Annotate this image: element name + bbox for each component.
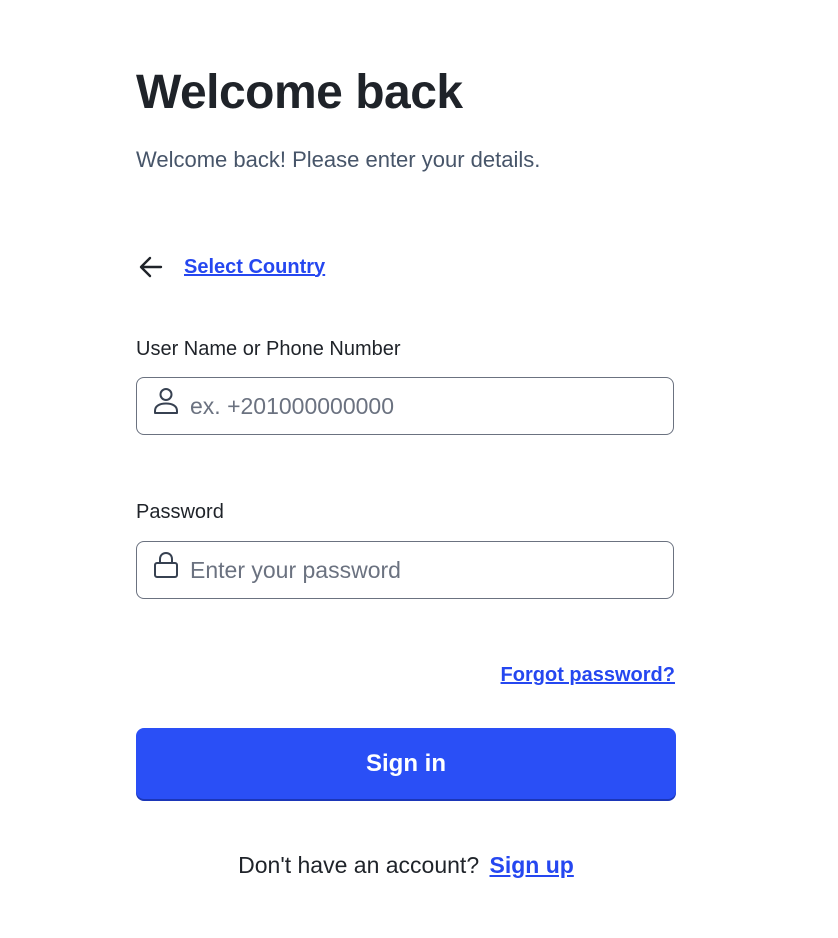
select-country-row: Select Country (136, 252, 325, 282)
password-label: Password (136, 501, 224, 523)
password-input[interactable] (190, 556, 650, 584)
select-country-link[interactable]: Select Country (184, 256, 325, 279)
username-input[interactable] (190, 392, 650, 420)
page-subtitle: Welcome back! Please enter your details. (136, 147, 541, 172)
sign-in-button[interactable]: Sign in (136, 728, 676, 799)
login-page: Welcome back Welcome back! Please enter … (0, 0, 838, 938)
username-field[interactable] (136, 377, 674, 435)
sign-up-link[interactable]: Sign up (490, 852, 574, 878)
page-title: Welcome back (136, 66, 463, 119)
forgot-password-link[interactable]: Forgot password? (501, 664, 675, 687)
user-icon (151, 386, 181, 416)
password-field[interactable] (136, 541, 674, 599)
signup-prompt: Don't have an account? (238, 852, 480, 878)
arrow-left-icon[interactable] (136, 252, 166, 282)
signup-row: Don't have an account? Sign up (0, 852, 812, 879)
lock-icon (151, 550, 181, 580)
username-label: User Name or Phone Number (136, 338, 401, 360)
